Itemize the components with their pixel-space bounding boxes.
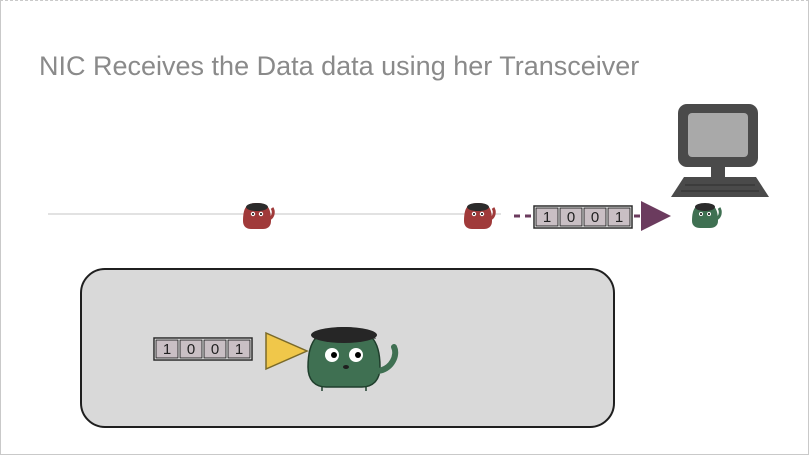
packet-bit: 1 [615, 209, 623, 226]
green-nic-creature-icon [692, 203, 722, 228]
network-diagram: 1 0 0 1 1 0 0 1 [48, 104, 769, 428]
red-nic-creature-icon [464, 203, 496, 229]
packet-bit: 0 [211, 341, 219, 358]
computer-icon [671, 104, 769, 197]
top-data-packet: 1 0 0 1 [533, 205, 633, 229]
red-nic-creature-icon [243, 203, 275, 229]
packet-bit: 0 [187, 341, 195, 358]
packet-bit: 1 [235, 341, 243, 358]
packet-bit: 0 [591, 209, 599, 226]
packet-bit: 1 [543, 209, 551, 226]
slide: NIC Receives the Data data using her Tra… [0, 0, 809, 455]
zoom-data-packet: 1 0 0 1 [153, 337, 253, 361]
packet-bit: 0 [567, 209, 575, 226]
packet-bit: 1 [163, 341, 171, 358]
